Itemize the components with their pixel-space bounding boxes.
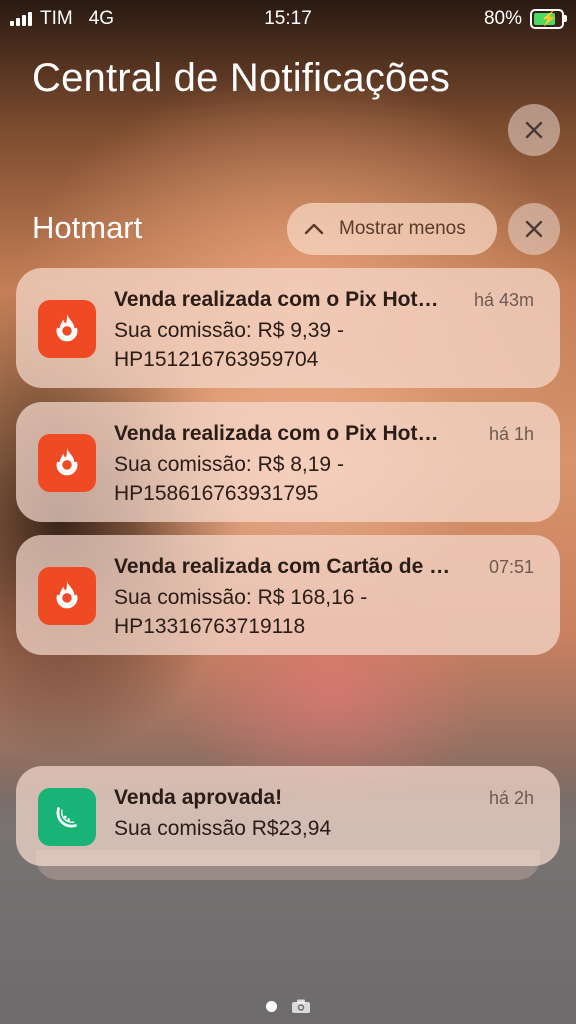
notification-body: Sua comissão R$23,94	[114, 817, 332, 840]
flame-icon	[56, 580, 78, 609]
notification-card[interactable]: Venda realizada com Cartão de crédito 07…	[16, 535, 560, 655]
notification-body-line: HP13316763719118	[114, 615, 306, 638]
notification-body: Sua comissão: R$ 9,39 - HP15121676395970…	[114, 316, 534, 374]
flame-icon	[56, 447, 78, 476]
notification-body-line: HP158616763931795	[114, 482, 319, 505]
notification-time: há 43m	[473, 290, 534, 310]
battery-percent: 80%	[483, 8, 522, 29]
close-icon	[525, 220, 543, 238]
notification-time: há 1h	[488, 424, 534, 444]
app-icon	[38, 788, 96, 846]
notification-body: Sua comissão: R$ 8,19 - HP15861676393179…	[114, 450, 534, 508]
page-title: Central de Notificações	[32, 56, 451, 100]
notification-title: Venda realizada com Cartão de crédito	[114, 555, 454, 578]
notification-card[interactable]: Venda realizada com o Pix Hotmart há 1h …	[16, 402, 560, 522]
clear-all-button[interactable]	[508, 104, 560, 156]
hotmart-app-icon	[38, 300, 96, 358]
page-indicator	[0, 998, 576, 1014]
notification-time: 07:51	[488, 557, 534, 577]
close-icon	[525, 121, 543, 139]
page-dot	[265, 1000, 277, 1012]
notification-card[interactable]: Venda realizada com o Pix Hotmart há 43m…	[16, 268, 560, 388]
notification-body-line: Sua comissão: R$ 168,16 -	[114, 586, 368, 609]
status-bar: TIM 4G 15:17 80% ⚡	[0, 0, 576, 36]
clear-group-button[interactable]	[508, 203, 560, 255]
hotmart-app-icon	[38, 567, 96, 625]
notification-title: Venda realizada com o Pix Hotmart	[114, 422, 454, 445]
notification-title: Venda realizada com o Pix Hotmart	[114, 288, 454, 311]
notification-time: há 2h	[488, 788, 534, 808]
group-app-name: Hotmart	[32, 210, 143, 245]
notification-title: Venda aprovada!	[114, 786, 283, 809]
show-less-label: Mostrar menos	[339, 218, 466, 239]
notification-body-line: Sua comissão: R$ 9,39 -	[114, 319, 344, 342]
notification-body-line: Sua comissão: R$ 8,19 -	[114, 453, 344, 476]
flame-icon	[56, 313, 78, 342]
notification-body-line: HP151216763959704	[114, 348, 319, 371]
chevron-up-icon	[304, 223, 324, 235]
hotmart-app-icon	[38, 434, 96, 492]
camera-icon[interactable]	[291, 998, 311, 1014]
notification-card[interactable]: Venda aprovada! há 2h Sua comissão R$23,…	[16, 766, 560, 866]
battery-icon: ⚡	[530, 9, 567, 29]
show-less-button[interactable]: Mostrar menos	[287, 203, 497, 255]
notification-body: Sua comissão: R$ 168,16 - HP133167637191…	[114, 583, 534, 641]
watermelon-icon	[56, 807, 77, 828]
